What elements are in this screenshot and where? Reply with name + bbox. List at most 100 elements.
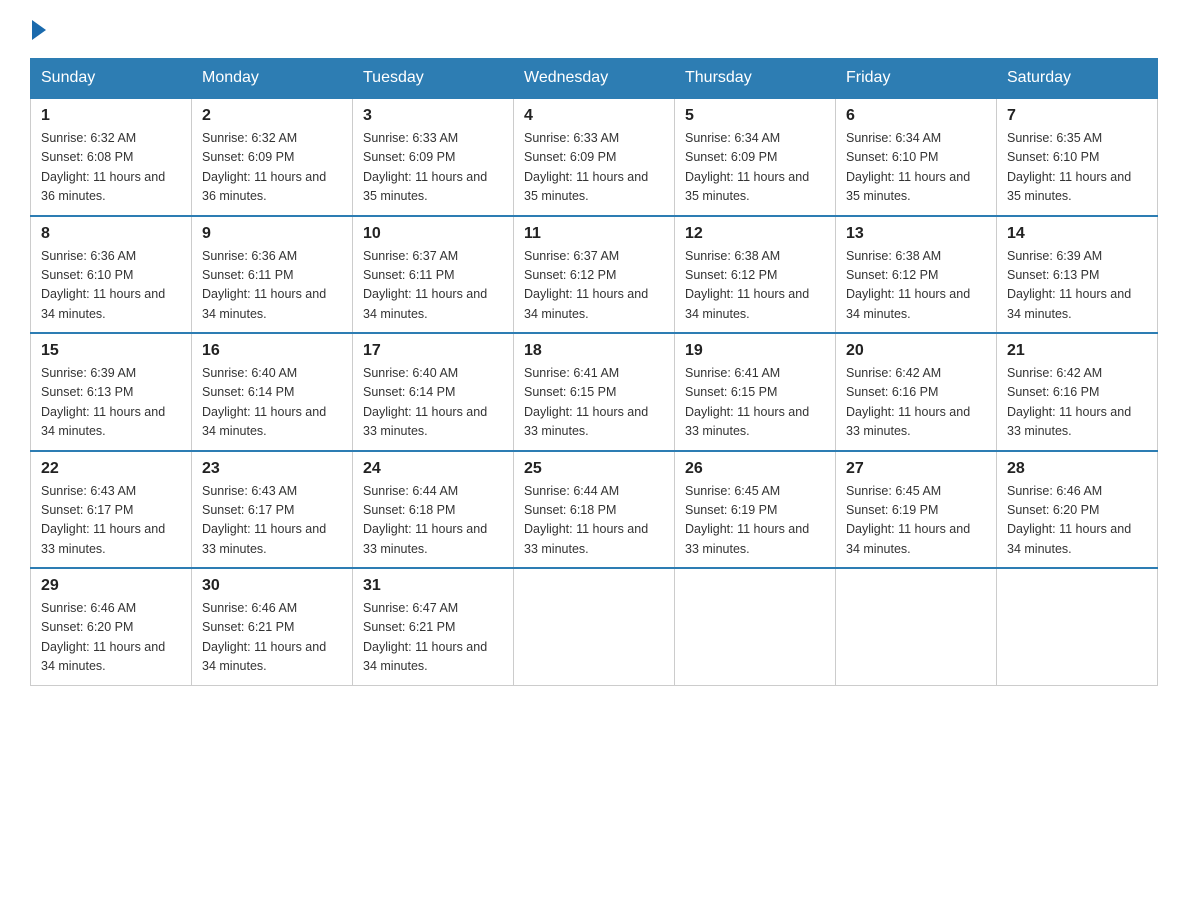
day-number: 8 [41, 225, 181, 243]
day-number: 28 [1007, 460, 1147, 478]
header-wednesday: Wednesday [514, 59, 675, 99]
day-number: 23 [202, 460, 342, 478]
logo [30, 20, 46, 38]
header-tuesday: Tuesday [353, 59, 514, 99]
week-row-4: 22 Sunrise: 6:43 AMSunset: 6:17 PMDaylig… [31, 451, 1158, 569]
day-cell: 11 Sunrise: 6:37 AMSunset: 6:12 PMDaylig… [514, 216, 675, 334]
day-info: Sunrise: 6:32 AMSunset: 6:08 PMDaylight:… [41, 129, 181, 207]
day-number: 17 [363, 342, 503, 360]
day-cell: 6 Sunrise: 6:34 AMSunset: 6:10 PMDayligh… [836, 98, 997, 216]
day-number: 15 [41, 342, 181, 360]
day-cell: 4 Sunrise: 6:33 AMSunset: 6:09 PMDayligh… [514, 98, 675, 216]
day-info: Sunrise: 6:34 AMSunset: 6:09 PMDaylight:… [685, 129, 825, 207]
calendar-header: SundayMondayTuesdayWednesdayThursdayFrid… [31, 59, 1158, 99]
day-cell: 19 Sunrise: 6:41 AMSunset: 6:15 PMDaylig… [675, 333, 836, 451]
day-info: Sunrise: 6:45 AMSunset: 6:19 PMDaylight:… [846, 482, 986, 560]
day-info: Sunrise: 6:40 AMSunset: 6:14 PMDaylight:… [202, 364, 342, 442]
day-info: Sunrise: 6:46 AMSunset: 6:21 PMDaylight:… [202, 599, 342, 677]
day-number: 21 [1007, 342, 1147, 360]
day-cell: 15 Sunrise: 6:39 AMSunset: 6:13 PMDaylig… [31, 333, 192, 451]
calendar-body: 1 Sunrise: 6:32 AMSunset: 6:08 PMDayligh… [31, 98, 1158, 685]
day-number: 2 [202, 107, 342, 125]
day-cell: 10 Sunrise: 6:37 AMSunset: 6:11 PMDaylig… [353, 216, 514, 334]
day-info: Sunrise: 6:36 AMSunset: 6:10 PMDaylight:… [41, 247, 181, 325]
day-info: Sunrise: 6:39 AMSunset: 6:13 PMDaylight:… [41, 364, 181, 442]
day-cell: 20 Sunrise: 6:42 AMSunset: 6:16 PMDaylig… [836, 333, 997, 451]
day-cell: 31 Sunrise: 6:47 AMSunset: 6:21 PMDaylig… [353, 568, 514, 685]
day-cell [675, 568, 836, 685]
day-number: 26 [685, 460, 825, 478]
day-cell: 23 Sunrise: 6:43 AMSunset: 6:17 PMDaylig… [192, 451, 353, 569]
day-info: Sunrise: 6:37 AMSunset: 6:11 PMDaylight:… [363, 247, 503, 325]
day-number: 9 [202, 225, 342, 243]
day-number: 30 [202, 577, 342, 595]
day-number: 22 [41, 460, 181, 478]
day-cell: 13 Sunrise: 6:38 AMSunset: 6:12 PMDaylig… [836, 216, 997, 334]
header-saturday: Saturday [997, 59, 1158, 99]
day-number: 14 [1007, 225, 1147, 243]
day-cell: 5 Sunrise: 6:34 AMSunset: 6:09 PMDayligh… [675, 98, 836, 216]
day-cell [514, 568, 675, 685]
day-cell: 26 Sunrise: 6:45 AMSunset: 6:19 PMDaylig… [675, 451, 836, 569]
day-cell: 29 Sunrise: 6:46 AMSunset: 6:20 PMDaylig… [31, 568, 192, 685]
day-cell [997, 568, 1158, 685]
day-number: 24 [363, 460, 503, 478]
week-row-1: 1 Sunrise: 6:32 AMSunset: 6:08 PMDayligh… [31, 98, 1158, 216]
day-cell: 7 Sunrise: 6:35 AMSunset: 6:10 PMDayligh… [997, 98, 1158, 216]
day-number: 25 [524, 460, 664, 478]
day-cell: 28 Sunrise: 6:46 AMSunset: 6:20 PMDaylig… [997, 451, 1158, 569]
day-info: Sunrise: 6:43 AMSunset: 6:17 PMDaylight:… [41, 482, 181, 560]
day-number: 29 [41, 577, 181, 595]
day-number: 13 [846, 225, 986, 243]
day-info: Sunrise: 6:47 AMSunset: 6:21 PMDaylight:… [363, 599, 503, 677]
day-info: Sunrise: 6:41 AMSunset: 6:15 PMDaylight:… [524, 364, 664, 442]
day-number: 31 [363, 577, 503, 595]
header-thursday: Thursday [675, 59, 836, 99]
day-info: Sunrise: 6:37 AMSunset: 6:12 PMDaylight:… [524, 247, 664, 325]
day-cell: 14 Sunrise: 6:39 AMSunset: 6:13 PMDaylig… [997, 216, 1158, 334]
page-header [30, 20, 1158, 38]
day-cell: 24 Sunrise: 6:44 AMSunset: 6:18 PMDaylig… [353, 451, 514, 569]
day-info: Sunrise: 6:32 AMSunset: 6:09 PMDaylight:… [202, 129, 342, 207]
day-number: 11 [524, 225, 664, 243]
day-cell: 16 Sunrise: 6:40 AMSunset: 6:14 PMDaylig… [192, 333, 353, 451]
day-info: Sunrise: 6:45 AMSunset: 6:19 PMDaylight:… [685, 482, 825, 560]
logo-triangle [32, 20, 46, 40]
day-cell: 30 Sunrise: 6:46 AMSunset: 6:21 PMDaylig… [192, 568, 353, 685]
day-number: 10 [363, 225, 503, 243]
day-info: Sunrise: 6:46 AMSunset: 6:20 PMDaylight:… [1007, 482, 1147, 560]
calendar-table: SundayMondayTuesdayWednesdayThursdayFrid… [30, 58, 1158, 686]
day-info: Sunrise: 6:46 AMSunset: 6:20 PMDaylight:… [41, 599, 181, 677]
day-cell: 3 Sunrise: 6:33 AMSunset: 6:09 PMDayligh… [353, 98, 514, 216]
day-number: 3 [363, 107, 503, 125]
header-friday: Friday [836, 59, 997, 99]
day-number: 12 [685, 225, 825, 243]
day-cell: 21 Sunrise: 6:42 AMSunset: 6:16 PMDaylig… [997, 333, 1158, 451]
day-cell: 27 Sunrise: 6:45 AMSunset: 6:19 PMDaylig… [836, 451, 997, 569]
day-cell: 18 Sunrise: 6:41 AMSunset: 6:15 PMDaylig… [514, 333, 675, 451]
day-info: Sunrise: 6:43 AMSunset: 6:17 PMDaylight:… [202, 482, 342, 560]
day-cell: 8 Sunrise: 6:36 AMSunset: 6:10 PMDayligh… [31, 216, 192, 334]
day-number: 19 [685, 342, 825, 360]
day-cell: 9 Sunrise: 6:36 AMSunset: 6:11 PMDayligh… [192, 216, 353, 334]
day-cell: 25 Sunrise: 6:44 AMSunset: 6:18 PMDaylig… [514, 451, 675, 569]
day-number: 1 [41, 107, 181, 125]
header-monday: Monday [192, 59, 353, 99]
day-info: Sunrise: 6:44 AMSunset: 6:18 PMDaylight:… [524, 482, 664, 560]
day-info: Sunrise: 6:36 AMSunset: 6:11 PMDaylight:… [202, 247, 342, 325]
day-number: 4 [524, 107, 664, 125]
day-cell: 1 Sunrise: 6:32 AMSunset: 6:08 PMDayligh… [31, 98, 192, 216]
day-number: 5 [685, 107, 825, 125]
day-number: 16 [202, 342, 342, 360]
day-info: Sunrise: 6:40 AMSunset: 6:14 PMDaylight:… [363, 364, 503, 442]
day-info: Sunrise: 6:39 AMSunset: 6:13 PMDaylight:… [1007, 247, 1147, 325]
day-info: Sunrise: 6:38 AMSunset: 6:12 PMDaylight:… [685, 247, 825, 325]
day-number: 7 [1007, 107, 1147, 125]
day-cell: 2 Sunrise: 6:32 AMSunset: 6:09 PMDayligh… [192, 98, 353, 216]
day-info: Sunrise: 6:41 AMSunset: 6:15 PMDaylight:… [685, 364, 825, 442]
week-row-3: 15 Sunrise: 6:39 AMSunset: 6:13 PMDaylig… [31, 333, 1158, 451]
day-number: 27 [846, 460, 986, 478]
day-cell: 12 Sunrise: 6:38 AMSunset: 6:12 PMDaylig… [675, 216, 836, 334]
day-number: 6 [846, 107, 986, 125]
day-info: Sunrise: 6:34 AMSunset: 6:10 PMDaylight:… [846, 129, 986, 207]
